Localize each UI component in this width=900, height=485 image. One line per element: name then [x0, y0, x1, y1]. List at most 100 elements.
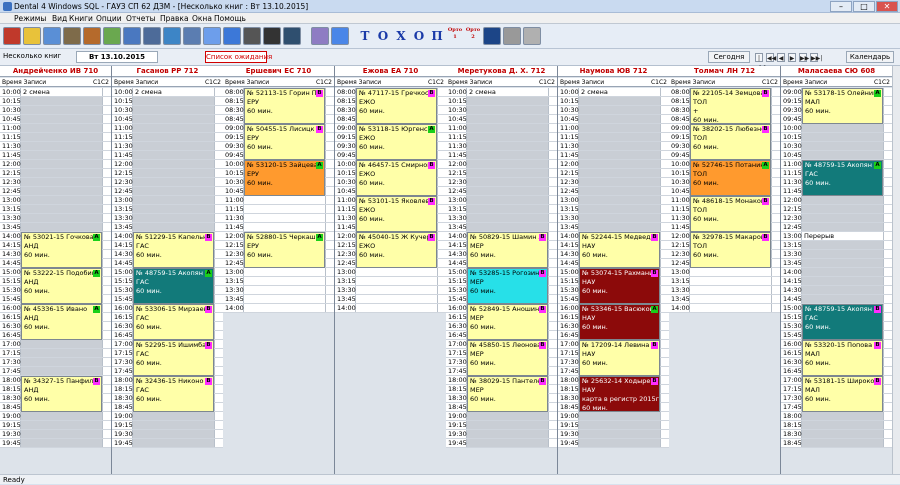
- slot-chair[interactable]: [660, 88, 669, 96]
- time-slot[interactable]: 13:00: [223, 268, 334, 277]
- slot-chair[interactable]: [883, 430, 892, 438]
- slot-chair[interactable]: [214, 376, 223, 384]
- slot-chair[interactable]: [771, 277, 780, 285]
- slot-body[interactable]: [802, 241, 883, 249]
- time-slot[interactable]: 14:00: [781, 268, 892, 277]
- time-slot[interactable]: 10:00: [781, 124, 892, 133]
- slot-chair[interactable]: [660, 367, 669, 375]
- slot-chair[interactable]: [771, 259, 780, 267]
- slot-chair[interactable]: [214, 133, 223, 141]
- slot-chair[interactable]: [437, 250, 446, 258]
- appointment[interactable]: № 53118-15 Юргенсо ЕЖО 60 мин. A: [356, 124, 437, 160]
- appointment[interactable]: № 32436-15 Никоно ГАС 60 мин. B: [133, 376, 214, 412]
- slot-chair[interactable]: [771, 205, 780, 213]
- maximize-button[interactable]: □: [853, 1, 875, 12]
- slot-chair[interactable]: [548, 439, 557, 447]
- time-slot[interactable]: 11:15: [446, 133, 557, 142]
- slot-chair[interactable]: [883, 439, 892, 447]
- slot-body[interactable]: [802, 196, 883, 204]
- slot-chair[interactable]: [548, 106, 557, 114]
- slot-chair[interactable]: [883, 160, 892, 168]
- nav-prev-week-button[interactable]: ◀◀: [766, 53, 776, 62]
- doctor-name[interactable]: Наумова ЮВ 712: [558, 66, 669, 77]
- time-slot[interactable]: 18:45: [781, 439, 892, 448]
- time-slot[interactable]: 11:00: [223, 196, 334, 205]
- time-slot[interactable]: 10:30: [558, 106, 669, 115]
- appointment[interactable]: № 53346-15 Васюков НАУ 60 мин. A: [579, 304, 660, 340]
- slot-chair[interactable]: [660, 205, 669, 213]
- slot-chair[interactable]: [325, 142, 334, 150]
- time-slot[interactable]: 11:45: [558, 151, 669, 160]
- slot-body[interactable]: [467, 214, 548, 222]
- slot-body[interactable]: [690, 268, 771, 276]
- slot-chair[interactable]: [660, 160, 669, 168]
- slot-body[interactable]: [579, 412, 660, 420]
- slot-chair[interactable]: [660, 340, 669, 348]
- time-slot[interactable]: 13:30: [558, 214, 669, 223]
- time-slot[interactable]: 13:30: [781, 250, 892, 259]
- nav-prev-button[interactable]: ◀: [777, 53, 785, 62]
- slot-chair[interactable]: [883, 241, 892, 249]
- slot-body[interactable]: [133, 214, 214, 222]
- doctor-name[interactable]: Ершевич ЕС 710: [223, 66, 334, 77]
- slot-chair[interactable]: [325, 277, 334, 285]
- appointment[interactable]: № 46457-15 Смирнов ЕЖО 60 мин. B: [356, 160, 437, 196]
- waitlist-button[interactable]: Список ожидания: [205, 51, 272, 63]
- slot-chair[interactable]: [437, 187, 446, 195]
- slot-chair[interactable]: [660, 241, 669, 249]
- slot-body[interactable]: [467, 151, 548, 159]
- time-slot[interactable]: 12:00: [558, 160, 669, 169]
- slot-chair[interactable]: [102, 331, 111, 339]
- slot-chair[interactable]: [771, 295, 780, 303]
- time-slot[interactable]: 10:45: [0, 115, 111, 124]
- slot-chair[interactable]: [883, 403, 892, 411]
- slot-body[interactable]: [579, 97, 660, 105]
- slot-body[interactable]: [802, 286, 883, 294]
- time-slot[interactable]: 12:45: [446, 187, 557, 196]
- slot-chair[interactable]: [214, 313, 223, 321]
- time-slot[interactable]: 13:45: [669, 295, 780, 304]
- slot-body[interactable]: [802, 133, 883, 141]
- time-slot[interactable]: 19:15: [446, 421, 557, 430]
- slot-chair[interactable]: [325, 178, 334, 186]
- slot-chair[interactable]: [102, 358, 111, 366]
- time-slot[interactable]: 10:15: [781, 133, 892, 142]
- slot-chair[interactable]: [548, 268, 557, 276]
- slot-body[interactable]: [244, 295, 325, 303]
- slot-chair[interactable]: [102, 403, 111, 411]
- table-icon[interactable]: [331, 27, 349, 45]
- slot-chair[interactable]: [548, 115, 557, 123]
- slot-chair[interactable]: [660, 421, 669, 429]
- appointment[interactable]: № 25632-14 Ходырев НАУ карта в регистр 201…: [579, 376, 660, 412]
- time-slot[interactable]: 19:00: [112, 412, 223, 421]
- appointment[interactable]: № 53222-15 Подобин АНД 60 мин. A: [21, 268, 102, 304]
- slot-chair[interactable]: [660, 133, 669, 141]
- slot-chair[interactable]: [214, 358, 223, 366]
- slot-chair[interactable]: [771, 142, 780, 150]
- slot-chair[interactable]: [325, 205, 334, 213]
- slot-body[interactable]: [133, 169, 214, 177]
- slot-chair[interactable]: [437, 169, 446, 177]
- slot-body[interactable]: [244, 304, 325, 312]
- slot-body[interactable]: [21, 142, 102, 150]
- time-slot[interactable]: 11:45: [446, 151, 557, 160]
- slot-chair[interactable]: [548, 304, 557, 312]
- slot-chair[interactable]: [548, 358, 557, 366]
- slot-chair[interactable]: [883, 331, 892, 339]
- time-slot[interactable]: 11:15: [112, 133, 223, 142]
- slot-body[interactable]: [690, 277, 771, 285]
- slot-chair[interactable]: [771, 232, 780, 240]
- slot-chair[interactable]: [325, 106, 334, 114]
- slot-body[interactable]: [802, 142, 883, 150]
- slot-chair[interactable]: [883, 304, 892, 312]
- slot-chair[interactable]: [548, 241, 557, 249]
- slot-chair[interactable]: [771, 169, 780, 177]
- slot-chair[interactable]: [325, 97, 334, 105]
- slot-chair[interactable]: [437, 205, 446, 213]
- slot-chair[interactable]: [548, 340, 557, 348]
- slot-chair[interactable]: [660, 358, 669, 366]
- appointment[interactable]: № 52295-15 Ишимба ГАС 60 мин. B: [133, 340, 214, 376]
- slot-chair[interactable]: [102, 250, 111, 258]
- slot-body[interactable]: [133, 223, 214, 231]
- slot-body[interactable]: [21, 205, 102, 213]
